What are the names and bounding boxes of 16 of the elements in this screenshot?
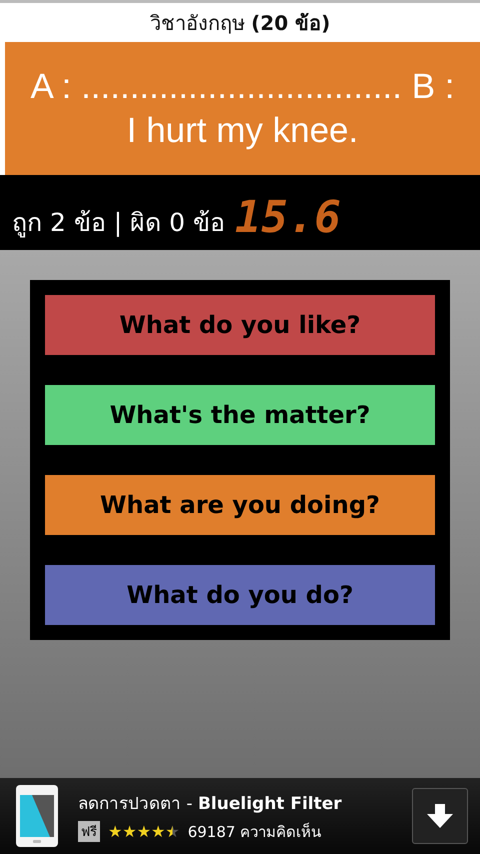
- dialogue-line: I hurt my knee.: [126, 110, 358, 152]
- free-badge: ฟรี: [78, 821, 100, 842]
- answer-button[interactable]: What do you do?: [45, 565, 435, 625]
- answer-button[interactable]: What do you like?: [45, 295, 435, 355]
- dialogue-line: A : ................................. B :: [30, 66, 454, 108]
- answer-button[interactable]: What's the matter?: [45, 385, 435, 445]
- review-count: 69187 ความคิดเห็น: [188, 822, 322, 842]
- download-icon: [427, 804, 453, 828]
- score-text: ถูก 2 ข้อ | ผิด 0 ข้อ: [12, 207, 225, 240]
- ad-title[interactable]: ลดการปวดตา - Bluelight Filter: [78, 788, 392, 816]
- star-rating: ★★★★★: [108, 824, 180, 840]
- download-button[interactable]: [412, 788, 468, 844]
- answer-button[interactable]: What are you doing?: [45, 475, 435, 535]
- app-title: วิชาอังกฤษ (20 ข้อ): [148, 10, 332, 36]
- timer-display: 15.6: [234, 194, 341, 242]
- phone-icon: [16, 785, 58, 847]
